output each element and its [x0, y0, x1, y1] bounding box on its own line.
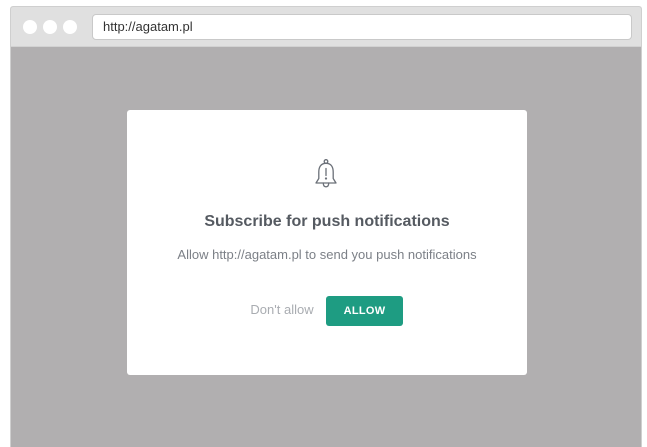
window-minimize-dot-icon[interactable] — [43, 20, 57, 34]
browser-toolbar: http://agatam.pl — [11, 7, 641, 47]
address-bar[interactable]: http://agatam.pl — [92, 14, 632, 40]
dialog-message: Allow http://agatam.pl to send you push … — [177, 247, 477, 262]
allow-button[interactable]: ALLOW — [326, 296, 403, 326]
dont-allow-button[interactable]: Don't allow — [246, 296, 318, 324]
window-close-dot-icon[interactable] — [23, 20, 37, 34]
push-notification-dialog: Subscribe for push notifications Allow h… — [127, 110, 527, 375]
dialog-title: Subscribe for push notifications — [204, 213, 450, 230]
browser-window: http://agatam.pl Subscribe for push noti… — [10, 6, 642, 447]
window-maximize-dot-icon[interactable] — [63, 20, 77, 34]
bell-icon — [311, 158, 341, 190]
